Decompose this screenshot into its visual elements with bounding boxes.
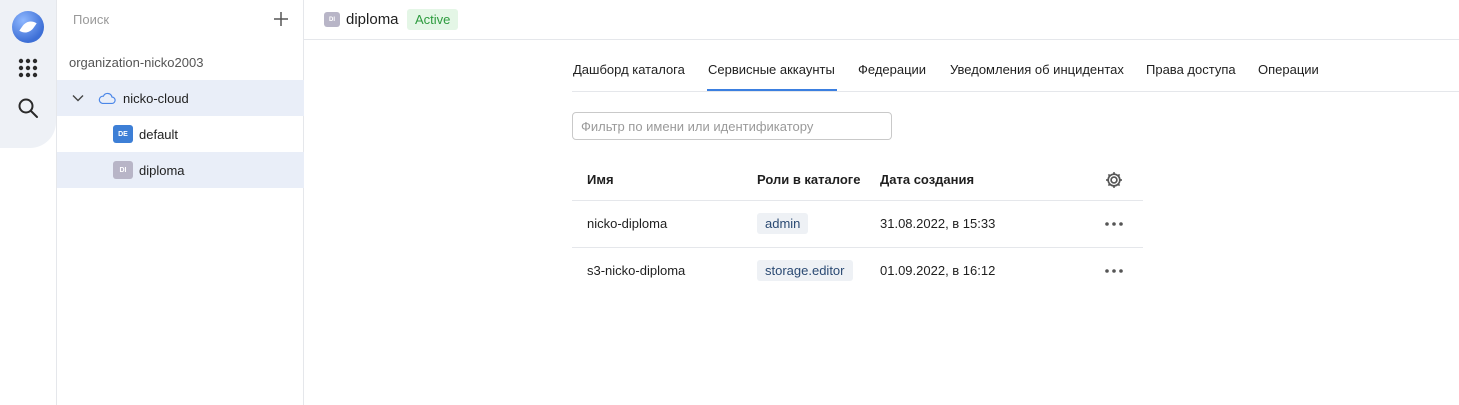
tree-item-folder-diploma[interactable]: DI diploma <box>57 152 304 188</box>
organization-name[interactable]: organization-nicko2003 <box>69 55 203 70</box>
tab-access-rights[interactable]: Права доступа <box>1146 62 1236 77</box>
services-grid-icon[interactable] <box>16 56 40 80</box>
active-tab-indicator <box>707 89 837 91</box>
chevron-down-icon[interactable] <box>72 92 84 104</box>
tree-item-label: nicko-cloud <box>123 90 189 106</box>
tree-item-folder-default[interactable]: DE default <box>57 116 304 152</box>
more-actions-icon[interactable] <box>1104 220 1124 228</box>
tree-item-label: default <box>139 126 179 142</box>
filter-input[interactable] <box>572 112 892 140</box>
column-header-name[interactable]: Имя <box>587 172 614 187</box>
account-name[interactable]: s3-nicko-diploma <box>587 263 685 278</box>
tab-federations[interactable]: Федерации <box>858 62 926 77</box>
folder-badge: DI <box>113 161 133 179</box>
cloud-icon <box>98 92 116 104</box>
page-title: diploma <box>346 11 399 28</box>
sidebar-search-input[interactable]: Поиск <box>73 12 109 27</box>
add-resource-button[interactable] <box>273 8 289 30</box>
tab-operations[interactable]: Операции <box>1258 62 1319 77</box>
app-rail <box>0 0 56 405</box>
tree-item-cloud[interactable]: nicko-cloud <box>57 80 304 116</box>
created-date: 01.09.2022, в 16:12 <box>880 263 996 278</box>
tab-incident-notifications[interactable]: Уведомления об инцидентах <box>950 62 1124 77</box>
gear-icon[interactable] <box>1104 170 1124 190</box>
table-divider <box>572 247 1143 248</box>
folder-badge: DI <box>324 12 340 27</box>
plus-icon <box>274 12 288 26</box>
search-icon[interactable] <box>16 96 40 120</box>
table-divider <box>572 200 1143 201</box>
cloud-logo-icon[interactable] <box>12 11 44 43</box>
created-date: 31.08.2022, в 15:33 <box>880 216 996 231</box>
tab-bar: Дашборд каталога Сервисные аккаунты Феде… <box>572 54 1459 92</box>
folder-badge: DE <box>113 125 133 143</box>
resource-sidebar: Поиск organization-nicko2003 nicko-cloud… <box>56 0 304 405</box>
tab-dashboard[interactable]: Дашборд каталога <box>573 62 685 77</box>
role-badge: storage.editor <box>757 260 853 281</box>
page-header: DI diploma Active <box>304 0 1459 40</box>
more-actions-icon[interactable] <box>1104 267 1124 275</box>
column-header-created[interactable]: Дата создания <box>880 172 974 187</box>
account-name[interactable]: nicko-diploma <box>587 216 667 231</box>
column-header-roles[interactable]: Роли в каталоге <box>757 172 860 187</box>
tree-item-label: diploma <box>139 162 185 178</box>
tab-service-accounts[interactable]: Сервисные аккаунты <box>708 62 835 77</box>
role-badge: admin <box>757 213 809 234</box>
status-badge: Active <box>407 9 459 30</box>
